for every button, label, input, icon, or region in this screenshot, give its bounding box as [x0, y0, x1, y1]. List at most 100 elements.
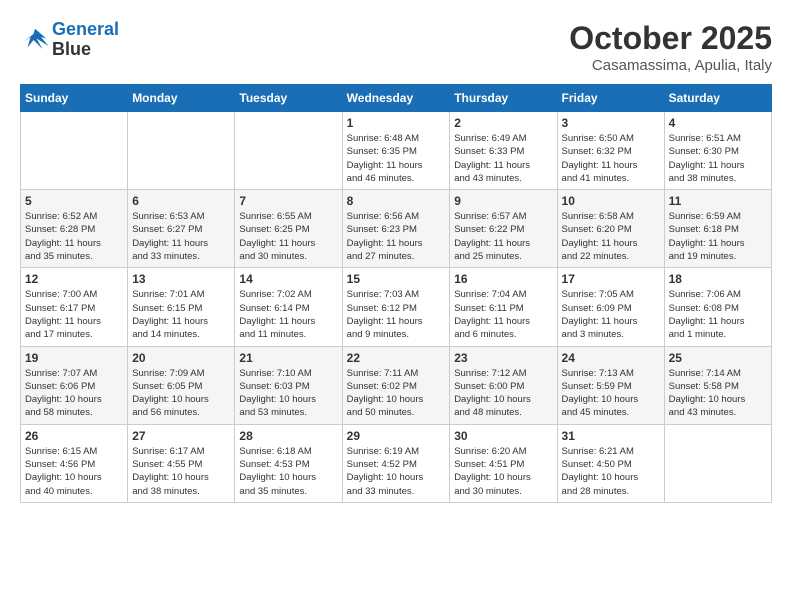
calendar-cell: 10Sunrise: 6:58 AMSunset: 6:20 PMDayligh…	[557, 190, 664, 268]
weekday-header-saturday: Saturday	[664, 85, 771, 112]
calendar-cell: 17 Sunrise: 7:05 AMSunset: 6:09 PMDayligh…	[557, 268, 664, 346]
calendar-week-row: 26 Sunrise: 6:15 AMSunset: 4:56 PMDayligh…	[21, 424, 772, 502]
day-number: 7	[239, 194, 337, 208]
day-info: Sunrise: 6:15 AMSunset: 4:56 PMDaylight:…	[25, 445, 123, 498]
day-number: 14	[239, 272, 337, 286]
day-number: 5	[25, 194, 123, 208]
weekday-header-friday: Friday	[557, 85, 664, 112]
day-number: 19	[25, 351, 123, 365]
calendar-cell: 19 Sunrise: 7:07 AMSunset: 6:06 PMDayligh…	[21, 346, 128, 424]
logo-text: General Blue	[52, 20, 119, 60]
day-info: Sunrise: 7:10 AMSunset: 6:03 PMDaylight:…	[239, 367, 337, 420]
day-number: 12	[25, 272, 123, 286]
calendar-cell: 4 Sunrise: 6:51 AMSunset: 6:30 PMDaylight…	[664, 112, 771, 190]
calendar-cell: 28Sunrise: 6:18 AMSunset: 4:53 PMDayligh…	[235, 424, 342, 502]
day-info: Sunrise: 6:20 AMSunset: 4:51 PMDaylight:…	[454, 445, 552, 498]
calendar-cell	[235, 112, 342, 190]
calendar-cell: 14Sunrise: 7:02 AMSunset: 6:14 PMDayligh…	[235, 268, 342, 346]
logo-icon	[20, 25, 50, 55]
page-header: General Blue October 2025 Casamassima, A…	[20, 20, 772, 74]
calendar-cell: 7 Sunrise: 6:55 AMSunset: 6:25 PMDaylight…	[235, 190, 342, 268]
weekday-header-monday: Monday	[128, 85, 235, 112]
month-title: October 2025	[569, 20, 772, 57]
day-info: Sunrise: 6:56 AMSunset: 6:23 PMDaylight:…	[347, 210, 446, 263]
day-number: 16	[454, 272, 552, 286]
day-info: Sunrise: 6:48 AMSunset: 6:35 PMDaylight:…	[347, 132, 446, 185]
day-number: 9	[454, 194, 552, 208]
calendar-cell: 20 Sunrise: 7:09 AMSunset: 6:05 PMDayligh…	[128, 346, 235, 424]
calendar-cell	[21, 112, 128, 190]
day-number: 24	[562, 351, 660, 365]
day-number: 6	[132, 194, 230, 208]
day-number: 1	[347, 116, 446, 130]
day-number: 29	[347, 429, 446, 443]
day-number: 17	[562, 272, 660, 286]
calendar-cell: 1 Sunrise: 6:48 AMSunset: 6:35 PMDaylight…	[342, 112, 450, 190]
day-info: Sunrise: 6:59 AMSunset: 6:18 PMDaylight:…	[669, 210, 767, 263]
calendar-cell	[664, 424, 771, 502]
calendar-week-row: 19 Sunrise: 7:07 AMSunset: 6:06 PMDayligh…	[21, 346, 772, 424]
day-number: 2	[454, 116, 552, 130]
weekday-header-sunday: Sunday	[21, 85, 128, 112]
day-info: Sunrise: 7:14 AMSunset: 5:58 PMDaylight:…	[669, 367, 767, 420]
calendar-cell: 18 Sunrise: 7:06 AMSunset: 6:08 PMDayligh…	[664, 268, 771, 346]
calendar-week-row: 5 Sunrise: 6:52 AMSunset: 6:28 PMDaylight…	[21, 190, 772, 268]
calendar-cell: 31 Sunrise: 6:21 AMSunset: 4:50 PMDayligh…	[557, 424, 664, 502]
calendar-cell: 25 Sunrise: 7:14 AMSunset: 5:58 PMDayligh…	[664, 346, 771, 424]
calendar-table: SundayMondayTuesdayWednesdayThursdayFrid…	[20, 84, 772, 503]
day-info: Sunrise: 7:03 AMSunset: 6:12 PMDaylight:…	[347, 288, 446, 341]
day-info: Sunrise: 6:49 AMSunset: 6:33 PMDaylight:…	[454, 132, 552, 185]
weekday-header-thursday: Thursday	[450, 85, 557, 112]
day-number: 23	[454, 351, 552, 365]
day-number: 13	[132, 272, 230, 286]
day-info: Sunrise: 7:07 AMSunset: 6:06 PMDaylight:…	[25, 367, 123, 420]
calendar-cell: 16 Sunrise: 7:04 AMSunset: 6:11 PMDayligh…	[450, 268, 557, 346]
day-info: Sunrise: 6:57 AMSunset: 6:22 PMDaylight:…	[454, 210, 552, 263]
calendar-cell: 27Sunrise: 6:17 AMSunset: 4:55 PMDayligh…	[128, 424, 235, 502]
day-info: Sunrise: 7:04 AMSunset: 6:11 PMDaylight:…	[454, 288, 552, 341]
day-number: 22	[347, 351, 446, 365]
weekday-header-wednesday: Wednesday	[342, 85, 450, 112]
day-number: 18	[669, 272, 767, 286]
day-info: Sunrise: 6:52 AMSunset: 6:28 PMDaylight:…	[25, 210, 123, 263]
calendar-cell: 5 Sunrise: 6:52 AMSunset: 6:28 PMDaylight…	[21, 190, 128, 268]
logo: General Blue	[20, 20, 119, 60]
day-number: 20	[132, 351, 230, 365]
day-number: 30	[454, 429, 552, 443]
calendar-cell: 29Sunrise: 6:19 AMSunset: 4:52 PMDayligh…	[342, 424, 450, 502]
day-info: Sunrise: 7:11 AMSunset: 6:02 PMDaylight:…	[347, 367, 446, 420]
day-info: Sunrise: 7:12 AMSunset: 6:00 PMDaylight:…	[454, 367, 552, 420]
day-info: Sunrise: 7:13 AMSunset: 5:59 PMDaylight:…	[562, 367, 660, 420]
day-number: 8	[347, 194, 446, 208]
calendar-cell: 11 Sunrise: 6:59 AMSunset: 6:18 PMDayligh…	[664, 190, 771, 268]
calendar-week-row: 12Sunrise: 7:00 AMSunset: 6:17 PMDayligh…	[21, 268, 772, 346]
day-info: Sunrise: 7:09 AMSunset: 6:05 PMDaylight:…	[132, 367, 230, 420]
day-number: 11	[669, 194, 767, 208]
calendar-cell: 21 Sunrise: 7:10 AMSunset: 6:03 PMDayligh…	[235, 346, 342, 424]
title-block: October 2025 Casamassima, Apulia, Italy	[569, 20, 772, 74]
calendar-cell: 23 Sunrise: 7:12 AMSunset: 6:00 PMDayligh…	[450, 346, 557, 424]
day-number: 25	[669, 351, 767, 365]
day-number: 27	[132, 429, 230, 443]
day-number: 10	[562, 194, 660, 208]
location-subtitle: Casamassima, Apulia, Italy	[569, 57, 772, 74]
calendar-cell: 30 Sunrise: 6:20 AMSunset: 4:51 PMDayligh…	[450, 424, 557, 502]
day-info: Sunrise: 6:21 AMSunset: 4:50 PMDaylight:…	[562, 445, 660, 498]
calendar-header-row: SundayMondayTuesdayWednesdayThursdayFrid…	[21, 85, 772, 112]
day-number: 21	[239, 351, 337, 365]
day-info: Sunrise: 7:06 AMSunset: 6:08 PMDaylight:…	[669, 288, 767, 341]
weekday-header-tuesday: Tuesday	[235, 85, 342, 112]
day-info: Sunrise: 6:53 AMSunset: 6:27 PMDaylight:…	[132, 210, 230, 263]
day-number: 15	[347, 272, 446, 286]
calendar-week-row: 1 Sunrise: 6:48 AMSunset: 6:35 PMDaylight…	[21, 112, 772, 190]
calendar-cell: 15 Sunrise: 7:03 AMSunset: 6:12 PMDayligh…	[342, 268, 450, 346]
day-number: 31	[562, 429, 660, 443]
day-info: Sunrise: 6:51 AMSunset: 6:30 PMDaylight:…	[669, 132, 767, 185]
calendar-cell: 12Sunrise: 7:00 AMSunset: 6:17 PMDayligh…	[21, 268, 128, 346]
calendar-cell	[128, 112, 235, 190]
day-number: 26	[25, 429, 123, 443]
day-info: Sunrise: 6:55 AMSunset: 6:25 PMDaylight:…	[239, 210, 337, 263]
day-info: Sunrise: 7:05 AMSunset: 6:09 PMDaylight:…	[562, 288, 660, 341]
day-number: 28	[239, 429, 337, 443]
day-number: 4	[669, 116, 767, 130]
